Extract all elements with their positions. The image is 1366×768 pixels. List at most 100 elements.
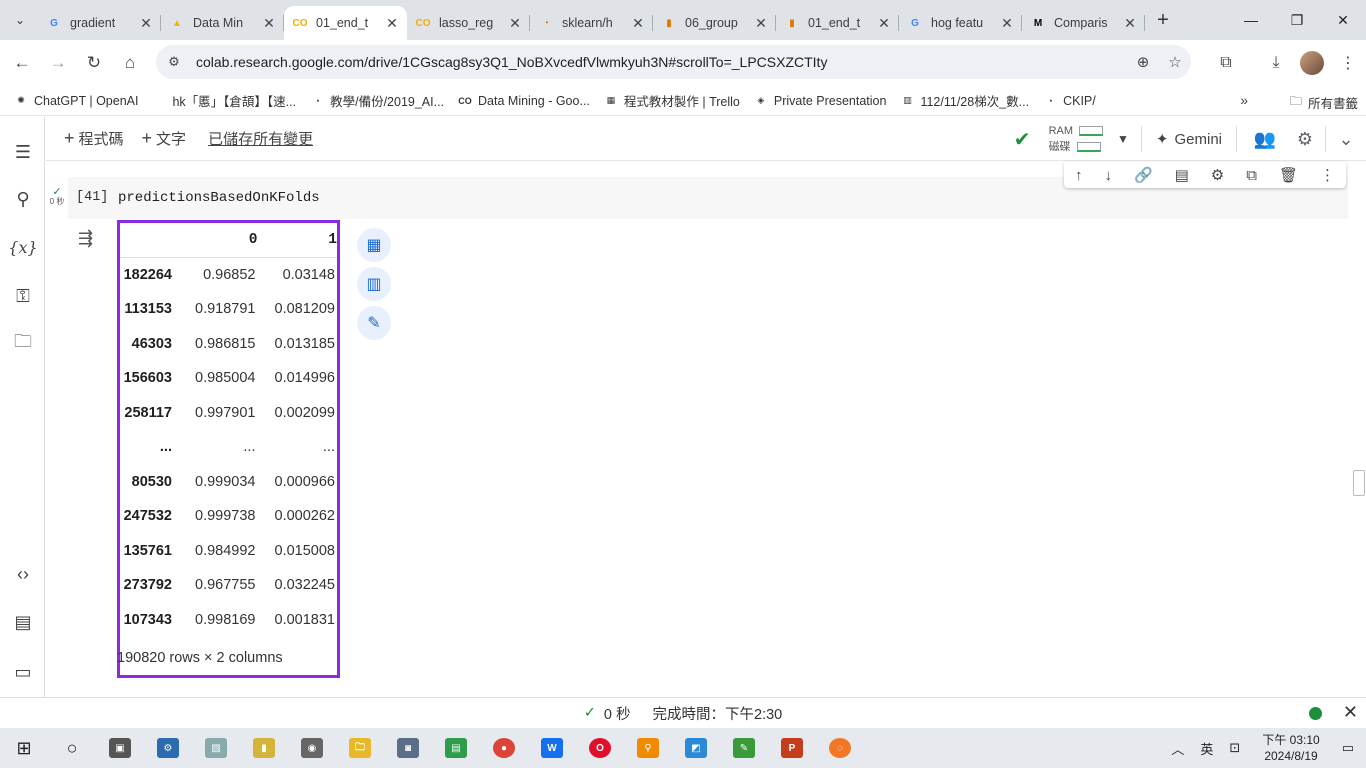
search-magnifier-icon[interactable]: ⚲ bbox=[624, 728, 672, 768]
terminal-icon[interactable]: ▭ bbox=[8, 657, 38, 687]
forward-arrow-icon[interactable]: → bbox=[40, 45, 76, 81]
bookmark-star-icon[interactable]: ☆ bbox=[1159, 53, 1191, 71]
gemini-button[interactable]: ✦ Gemini bbox=[1156, 130, 1222, 149]
app-icon[interactable]: ◩ bbox=[672, 728, 720, 768]
profile-avatar[interactable] bbox=[1294, 45, 1330, 81]
delete-icon[interactable]: 🗑 bbox=[1279, 166, 1298, 184]
suggest-charts-icon[interactable]: ▥ bbox=[357, 267, 391, 301]
minimize-icon[interactable]: — bbox=[1228, 0, 1274, 40]
all-bookmarks-button[interactable]: 🗀 所有書籤 bbox=[1289, 92, 1358, 113]
bookmark-item[interactable]: ◈ Private Presentation bbox=[754, 91, 886, 110]
bookmark-item[interactable]: ✺ ChatGPT | OpenAI bbox=[14, 91, 138, 110]
code-snippets-icon[interactable]: ‹› bbox=[8, 559, 38, 589]
scrollbar-thumb[interactable] bbox=[1353, 470, 1365, 496]
app-icon[interactable]: ⚙ bbox=[144, 728, 192, 768]
runtime-dropdown-icon[interactable]: ▼ bbox=[1117, 132, 1129, 146]
close-tab-icon[interactable]: ✕ bbox=[631, 15, 645, 32]
add-text-cell-button[interactable]: + 文字 bbox=[142, 128, 187, 149]
ime-mode-icon[interactable]: ⊡ bbox=[1229, 740, 1240, 756]
close-tab-icon[interactable]: ✕ bbox=[877, 15, 891, 32]
tab-search-chevron-icon[interactable]: ⌄ bbox=[6, 6, 34, 34]
link-icon[interactable]: 🔗 bbox=[1134, 166, 1153, 184]
file-explorer-icon[interactable]: 🗀 bbox=[336, 728, 384, 768]
back-arrow-icon[interactable]: ← bbox=[4, 45, 40, 81]
browser-tab[interactable]: ▮ 01_end_t ✕ bbox=[776, 6, 899, 40]
address-bar[interactable]: ⚙ colab.research.google.com/drive/1CGsca… bbox=[156, 45, 1191, 79]
variables-icon[interactable]: {x} bbox=[8, 232, 38, 262]
collapse-chevron-icon[interactable]: ⌄ bbox=[1326, 129, 1366, 150]
browser-menu-icon[interactable]: ⋮ bbox=[1330, 45, 1366, 81]
comment-icon[interactable]: ▤ bbox=[1175, 166, 1189, 184]
download-icon[interactable]: ⤓ bbox=[1258, 45, 1294, 81]
webex-icon[interactable]: W bbox=[528, 728, 576, 768]
bookmark-item[interactable]: ▥ 112/11/28梯次_數... bbox=[900, 91, 1029, 110]
restore-icon[interactable]: ❐ bbox=[1274, 0, 1320, 40]
app-icon[interactable]: ▮ bbox=[240, 728, 288, 768]
close-tab-icon[interactable]: ✕ bbox=[385, 15, 399, 32]
convert-to-table-icon[interactable]: ▦ bbox=[357, 228, 391, 262]
opera-icon[interactable]: O bbox=[576, 728, 624, 768]
secrets-key-icon[interactable]: ⚿ bbox=[8, 281, 38, 311]
new-tab-button[interactable]: + bbox=[1149, 6, 1177, 34]
windows-start-icon[interactable]: ⊞ bbox=[0, 728, 48, 768]
more-icon[interactable]: ⋮ bbox=[1320, 166, 1335, 184]
extensions-icon[interactable]: ⧉ bbox=[1208, 45, 1244, 81]
resource-meter[interactable]: RAM 磁碟 bbox=[1049, 123, 1104, 155]
jupyter-icon[interactable]: ◌ bbox=[816, 728, 864, 768]
chrome-icon[interactable]: ● bbox=[480, 728, 528, 768]
bookmark-item[interactable]: ▦ 程式教材製作 | Trello bbox=[604, 91, 740, 110]
add-code-cell-button[interactable]: + 程式碼 bbox=[64, 128, 124, 149]
app-icon[interactable]: ▤ bbox=[432, 728, 480, 768]
url-text[interactable]: colab.research.google.com/drive/1CGscag8… bbox=[196, 54, 1127, 70]
bookmark-item[interactable]: hk「慝」【倉頡】【速... bbox=[152, 91, 296, 110]
cell-exec-count[interactable]: [41] bbox=[76, 190, 108, 205]
app-icon[interactable]: ▣ bbox=[96, 728, 144, 768]
output-actions-icon[interactable]: ⇶ bbox=[78, 228, 93, 249]
close-tab-icon[interactable]: ✕ bbox=[139, 15, 153, 32]
site-info-icon[interactable]: ⚙ bbox=[162, 50, 186, 74]
bookmark-item[interactable]: CO Data Mining - Goo... bbox=[458, 91, 590, 110]
save-status-link[interactable]: 已儲存所有變更 bbox=[208, 128, 313, 149]
notifications-icon[interactable]: ▭ bbox=[1342, 740, 1354, 756]
browser-tab[interactable]: CO 01_end_t ✕ bbox=[284, 6, 407, 40]
browser-tab[interactable]: Ggradient ✕ bbox=[38, 6, 161, 40]
bookmark-item[interactable]: ◔ CKIP/ bbox=[1043, 91, 1095, 110]
app-icon[interactable]: ✎ bbox=[720, 728, 768, 768]
close-tab-icon[interactable]: ✕ bbox=[262, 15, 276, 32]
powerpoint-icon[interactable]: P bbox=[768, 728, 816, 768]
share-people-icon[interactable]: 👥 bbox=[1245, 129, 1285, 150]
home-icon[interactable]: ⌂ bbox=[112, 45, 148, 81]
browser-tab[interactable]: M Comparis ✕ bbox=[1022, 6, 1145, 40]
close-tab-icon[interactable]: ✕ bbox=[754, 15, 768, 32]
browser-tab[interactable]: ▲ Data Min ✕ bbox=[161, 6, 284, 40]
browser-tab[interactable]: Ghog featu ✕ bbox=[899, 6, 1022, 40]
browser-tab[interactable]: CO lasso_reg ✕ bbox=[407, 6, 530, 40]
app-icon[interactable]: ▧ bbox=[192, 728, 240, 768]
close-tab-icon[interactable]: ✕ bbox=[1123, 15, 1137, 32]
close-tab-icon[interactable]: ✕ bbox=[508, 15, 522, 32]
browser-tab[interactable]: ◔ sklearn/h ✕ bbox=[530, 6, 653, 40]
files-folder-icon[interactable]: 🗀 bbox=[8, 329, 38, 359]
settings-gear-icon[interactable]: ⚙ bbox=[1285, 129, 1325, 150]
close-window-icon[interactable]: ✕ bbox=[1320, 0, 1366, 40]
browser-tab[interactable]: ▮ 06_group ✕ bbox=[653, 6, 776, 40]
move-up-icon[interactable]: ↑ bbox=[1075, 167, 1083, 184]
camera-icon[interactable]: ◙ bbox=[384, 728, 432, 768]
clock[interactable]: 下午 03:10 2024/8/19 bbox=[1262, 732, 1319, 764]
app-icon[interactable]: ◉ bbox=[288, 728, 336, 768]
cell-settings-icon[interactable]: ⚙ bbox=[1211, 166, 1224, 184]
generate-code-wand-icon[interactable]: ✎ bbox=[357, 306, 391, 340]
zoom-icon[interactable]: ⊕ bbox=[1127, 53, 1159, 71]
mirror-cell-icon[interactable]: ⧉ bbox=[1246, 167, 1257, 184]
search-icon[interactable]: ⚲ bbox=[8, 184, 38, 214]
cell-code-text[interactable]: predictionsBasedOnKFolds bbox=[118, 190, 320, 206]
more-bookmarks-icon[interactable]: » bbox=[1240, 92, 1248, 108]
close-tab-icon[interactable]: ✕ bbox=[1000, 15, 1014, 32]
tray-chevron-icon[interactable]: ︿ bbox=[1171, 739, 1184, 758]
move-down-icon[interactable]: ↓ bbox=[1104, 167, 1112, 184]
table-of-contents-icon[interactable]: ☰ bbox=[8, 137, 38, 167]
command-palette-icon[interactable]: ▤ bbox=[8, 607, 38, 637]
close-status-icon[interactable]: ✕ bbox=[1343, 702, 1358, 723]
bookmark-item[interactable]: ◔ 教學/備份/2019_AI... bbox=[310, 91, 444, 110]
search-circle-icon[interactable]: ○ bbox=[48, 728, 96, 768]
